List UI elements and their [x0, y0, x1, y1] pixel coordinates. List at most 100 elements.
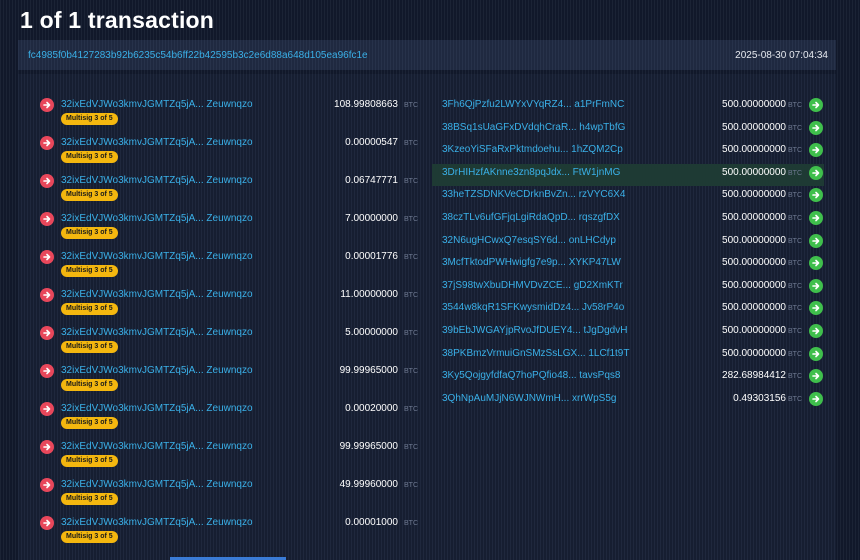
- output-row: 3Ky5QojgyfdfaQ7hoPQfio48... tavsPqs8 282.…: [438, 367, 824, 390]
- output-arrow-icon[interactable]: [809, 323, 823, 338]
- transaction-body: 32ixEdVJWo3kmvJGMTZq5jA... Zeuwnqzo Multi…: [18, 74, 836, 560]
- output-amount: 500.00000000: [722, 324, 786, 336]
- output-arrow-icon[interactable]: [809, 301, 823, 316]
- multisig-badge: Multisig 3 of 5: [61, 151, 118, 163]
- output-address-link[interactable]: 3Ky5QojgyfdfaQ7hoPQfio48... tavsPqs8: [442, 370, 620, 381]
- output-address-link[interactable]: 3QhNpAuMJjN6WJNWmH... xrrWpS5g: [442, 393, 616, 404]
- transaction-id-link[interactable]: fc4985f0b4127283b92b6235c54b6ff22b42595b…: [28, 50, 368, 61]
- multisig-badge: Multisig 3 of 5: [61, 227, 118, 239]
- output-row: 38czTLv6ufGFjqLgiRdaQpD... rqszgfDX 500.0…: [438, 209, 824, 232]
- multisig-badge: Multisig 3 of 5: [61, 493, 118, 505]
- output-arrow-icon[interactable]: [809, 369, 823, 384]
- output-unit: BTC: [788, 169, 802, 177]
- output-arrow-icon[interactable]: [809, 188, 823, 203]
- input-unit: BTC: [404, 330, 418, 337]
- input-arrow-icon[interactable]: [40, 250, 54, 264]
- output-arrow-icon[interactable]: [809, 210, 823, 225]
- input-address-link[interactable]: 32ixEdVJWo3kmvJGMTZq5jA... Zeuwnqzo: [61, 137, 253, 148]
- output-unit: BTC: [788, 327, 802, 335]
- input-arrow-icon[interactable]: [40, 288, 54, 302]
- input-arrow-icon[interactable]: [40, 402, 54, 416]
- output-arrow-icon[interactable]: [809, 256, 823, 271]
- input-address-link[interactable]: 32ixEdVJWo3kmvJGMTZq5jA... Zeuwnqzo: [61, 517, 253, 528]
- multisig-badge: Multisig 3 of 5: [61, 379, 118, 391]
- input-arrow-icon[interactable]: [40, 98, 54, 112]
- output-arrow-icon[interactable]: [809, 165, 823, 180]
- input-row: 32ixEdVJWo3kmvJGMTZq5jA... Zeuwnqzo Multi…: [38, 96, 418, 134]
- input-amount: 0.00020000: [345, 403, 398, 414]
- output-address-link[interactable]: 3McfTktodPWHwigfg7e9p... XYKP47LW: [442, 257, 621, 268]
- output-unit: BTC: [788, 214, 802, 222]
- output-row: 3544w8kqR1SFKwysmidDz4... Jv58rP4o 500.00…: [438, 299, 824, 322]
- input-row: 32ixEdVJWo3kmvJGMTZq5jA... Zeuwnqzo Multi…: [38, 172, 418, 210]
- multisig-badge: Multisig 3 of 5: [61, 455, 118, 467]
- output-arrow-icon[interactable]: [809, 120, 823, 135]
- input-amount: 0.00000547: [345, 137, 398, 148]
- transaction-timestamp: 2025-08-30 07:04:34: [735, 49, 828, 61]
- output-amount: 500.00000000: [722, 347, 786, 359]
- output-arrow-icon[interactable]: [809, 143, 823, 158]
- output-address-link[interactable]: 39bEbJWGAYjpRvoJfDUEY4... tJgDgdvH: [442, 325, 627, 336]
- output-row: 3KzeoYiSFaRxPktmdoehu... 1hZQM2Cp 500.000…: [438, 141, 824, 164]
- input-arrow-icon[interactable]: [40, 364, 54, 378]
- input-arrow-icon[interactable]: [40, 136, 54, 150]
- output-row: 32N6ugHCwxQ7esqSY6d... onLHCdyp 500.00000…: [438, 232, 824, 255]
- output-address-link[interactable]: 3DrHIHzfAKnne3zn8pqJdx... FtW1jnMG: [442, 167, 620, 178]
- output-amount: 500.00000000: [722, 99, 786, 110]
- output-row: 39bEbJWGAYjpRvoJfDUEY4... tJgDgdvH 500.00…: [438, 322, 824, 345]
- input-address-link[interactable]: 32ixEdVJWo3kmvJGMTZq5jA... Zeuwnqzo: [61, 327, 253, 338]
- input-address-link[interactable]: 32ixEdVJWo3kmvJGMTZq5jA... Zeuwnqzo: [61, 441, 253, 452]
- input-address-link[interactable]: 32ixEdVJWo3kmvJGMTZq5jA... Zeuwnqzo: [61, 175, 253, 186]
- input-address-link[interactable]: 32ixEdVJWo3kmvJGMTZq5jA... Zeuwnqzo: [61, 479, 253, 490]
- input-arrow-icon[interactable]: [40, 212, 54, 226]
- output-amount: 500.00000000: [722, 234, 786, 246]
- output-arrow-icon[interactable]: [809, 278, 823, 293]
- output-row: 38BSq1sUaGFxDVdqhCraR... h4wpTbfG 500.000…: [438, 119, 824, 142]
- output-address-link[interactable]: 3Fh6QjPzfu2LWYxVYqRZ4... a1PrFmNC: [442, 99, 624, 110]
- input-address-link[interactable]: 32ixEdVJWo3kmvJGMTZq5jA... Zeuwnqzo: [61, 365, 253, 376]
- output-address-link[interactable]: 37jS98twXbuDHMVDvZCE... gD2XmKTr: [442, 280, 623, 291]
- output-address-link[interactable]: 38czTLv6ufGFjqLgiRdaQpD... rqszgfDX: [442, 212, 620, 223]
- output-unit: BTC: [788, 124, 802, 132]
- output-address-link[interactable]: 32N6ugHCwxQ7esqSY6d... onLHCdyp: [442, 235, 616, 246]
- input-unit: BTC: [404, 178, 418, 185]
- input-unit: BTC: [404, 292, 418, 299]
- input-arrow-icon[interactable]: [40, 478, 54, 492]
- input-address-link[interactable]: 32ixEdVJWo3kmvJGMTZq5jA... Zeuwnqzo: [61, 403, 253, 414]
- output-arrow-icon[interactable]: [809, 346, 823, 361]
- input-row: 32ixEdVJWo3kmvJGMTZq5jA... Zeuwnqzo Multi…: [38, 400, 418, 438]
- output-amount: 500.00000000: [722, 166, 786, 178]
- input-arrow-icon[interactable]: [40, 174, 54, 188]
- multisig-badge: Multisig 3 of 5: [61, 303, 118, 315]
- input-address-link[interactable]: 32ixEdVJWo3kmvJGMTZq5jA... Zeuwnqzo: [61, 213, 253, 224]
- output-arrow-icon[interactable]: [809, 391, 823, 406]
- output-unit: BTC: [788, 102, 802, 109]
- output-address-link[interactable]: 38BSq1sUaGFxDVdqhCraR... h4wpTbfG: [442, 122, 625, 133]
- output-address-link[interactable]: 3544w8kqR1SFKwysmidDz4... Jv58rP4o: [442, 302, 624, 313]
- input-address-link[interactable]: 32ixEdVJWo3kmvJGMTZq5jA... Zeuwnqzo: [61, 251, 253, 262]
- output-arrow-icon[interactable]: [809, 233, 823, 248]
- input-row: 32ixEdVJWo3kmvJGMTZq5jA... Zeuwnqzo Multi…: [38, 248, 418, 286]
- input-row: 32ixEdVJWo3kmvJGMTZq5jA... Zeuwnqzo Multi…: [38, 362, 418, 400]
- output-address-link[interactable]: 33heTZSDNKVeCDrknBvZn... rzVYC6X4: [442, 189, 625, 200]
- input-unit: BTC: [404, 216, 418, 223]
- input-amount: 99.99965000: [339, 441, 398, 452]
- input-row: 32ixEdVJWo3kmvJGMTZq5jA... Zeuwnqzo Multi…: [38, 476, 418, 514]
- output-amount: 500.00000000: [722, 257, 786, 269]
- input-arrow-icon[interactable]: [40, 440, 54, 454]
- input-arrow-icon[interactable]: [40, 326, 54, 340]
- output-amount: 500.00000000: [722, 121, 786, 133]
- output-amount: 500.00000000: [722, 279, 786, 291]
- input-amount: 0.00001000: [345, 517, 398, 528]
- input-address-link[interactable]: 32ixEdVJWo3kmvJGMTZq5jA... Zeuwnqzo: [61, 99, 253, 110]
- outputs-list: 3Fh6QjPzfu2LWYxVYqRZ4... a1PrFmNC 500.000…: [432, 96, 824, 412]
- input-arrow-icon[interactable]: [40, 516, 54, 530]
- input-row: 32ixEdVJWo3kmvJGMTZq5jA... Zeuwnqzo Multi…: [38, 438, 418, 476]
- input-unit: BTC: [404, 102, 418, 109]
- input-address-link[interactable]: 32ixEdVJWo3kmvJGMTZq5jA... Zeuwnqzo: [61, 289, 253, 300]
- output-arrow-icon[interactable]: [809, 98, 823, 112]
- output-address-link[interactable]: 38PKBmzVrmuiGnSMzSsLGX... 1LCf1t9T: [442, 348, 629, 359]
- output-amount: 500.00000000: [722, 189, 786, 201]
- input-amount: 0.00001776: [345, 251, 398, 262]
- output-address-link[interactable]: 3KzeoYiSFaRxPktmdoehu... 1hZQM2Cp: [442, 144, 623, 155]
